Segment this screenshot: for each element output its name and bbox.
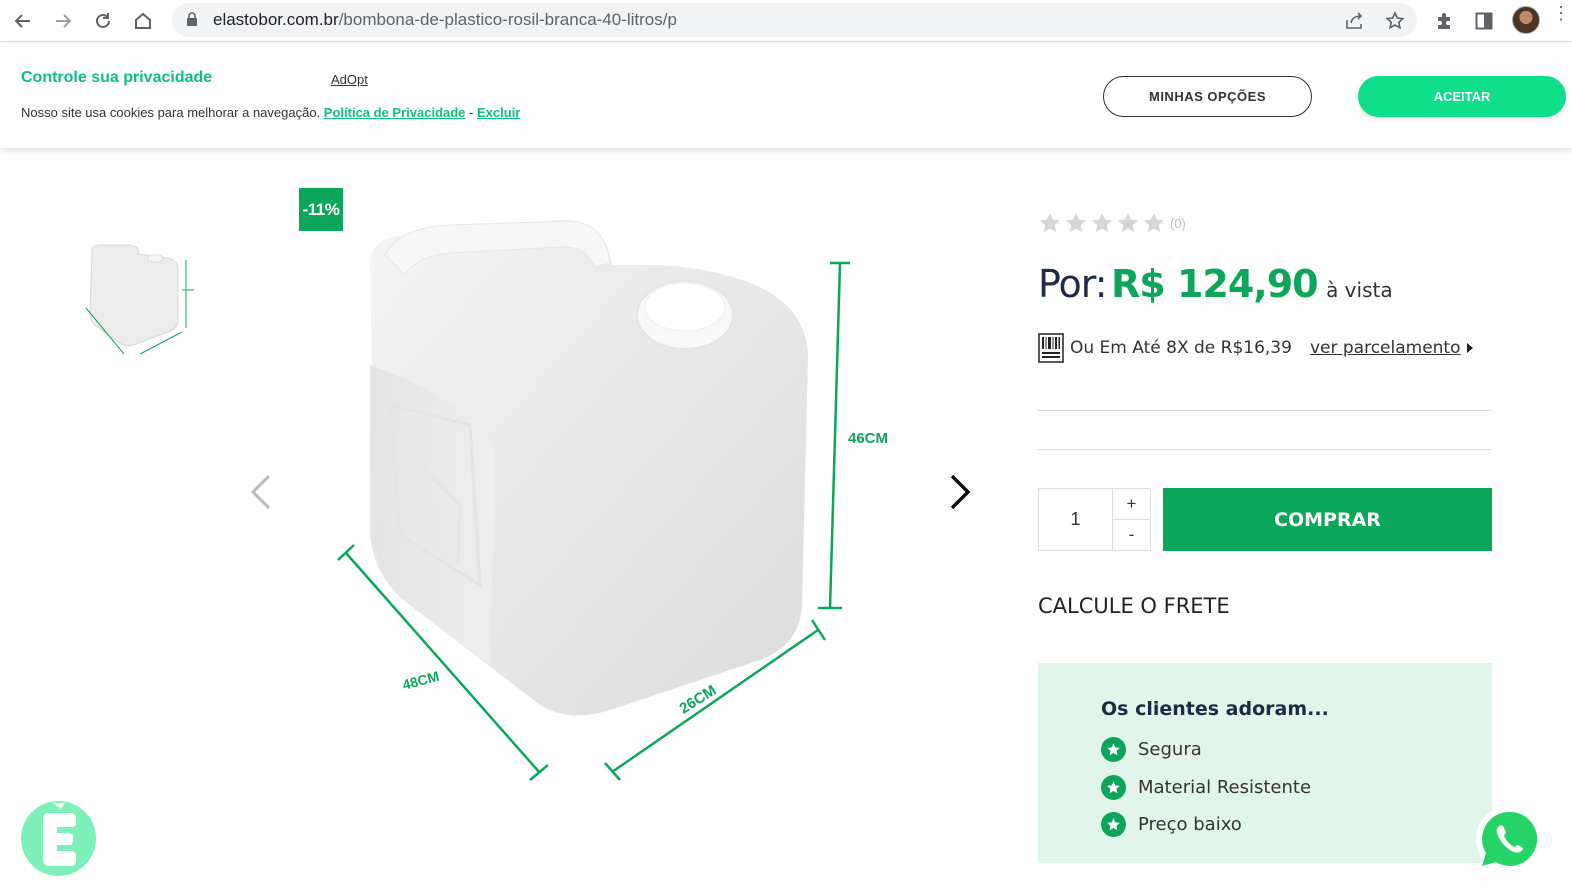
price-value: R$ 124,90 — [1111, 262, 1319, 306]
bookmark-star-icon[interactable] — [1384, 10, 1406, 32]
buy-button[interactable]: COMPRAR — [1163, 488, 1492, 551]
caret-right-icon — [1466, 343, 1473, 353]
privacy-policy-link[interactable]: Política de Privacidade — [324, 105, 466, 120]
list-item: Segura — [1101, 737, 1202, 762]
installments: Ou Em Até 8X de R$16,39 ver parcelamento — [1038, 333, 1473, 363]
quantity-stepper: 1 + - — [1038, 488, 1151, 551]
address-bar[interactable]: elastobor.com.br/bombona-de-plastico-ros… — [172, 3, 1417, 37]
price-suffix: à vista — [1326, 278, 1393, 302]
site-logo-icon[interactable] — [21, 801, 96, 876]
boleto-barcode-icon — [1038, 333, 1064, 363]
extensions-puzzle-icon[interactable] — [1430, 7, 1458, 35]
home-icon[interactable] — [129, 7, 157, 35]
star-icon — [1144, 213, 1164, 233]
star-icon — [1092, 213, 1112, 233]
lock-icon — [186, 12, 198, 32]
height-dimension-label: 46CM — [848, 430, 888, 447]
cookie-banner: Controle sua privacidade AdOpt Nosso sit… — [0, 43, 1572, 148]
accept-button[interactable]: ACEITAR — [1358, 76, 1566, 117]
rating-count: (0) — [1170, 215, 1186, 231]
list-item: Material Resistente — [1101, 775, 1311, 800]
share-icon[interactable] — [1344, 10, 1366, 32]
cookie-title: Controle sua privacidade — [21, 69, 213, 86]
browser-toolbar: elastobor.com.br/bombona-de-plastico-ros… — [0, 0, 1572, 42]
reload-icon[interactable] — [89, 7, 117, 35]
whatsapp-icon[interactable] — [1474, 804, 1544, 874]
next-image-arrow-icon[interactable] — [944, 470, 976, 514]
star-badge-icon — [1101, 737, 1126, 762]
side-panel-icon[interactable] — [1470, 7, 1498, 35]
star-icon — [1066, 213, 1086, 233]
delete-link[interactable]: Excluir — [477, 105, 520, 120]
price-prefix: Por: — [1038, 262, 1108, 306]
list-item-label: Preço baixo — [1138, 814, 1242, 835]
price-line: Por: R$ 124,90 à vista — [1038, 262, 1393, 306]
quantity-increase-button[interactable]: + — [1113, 489, 1150, 520]
quantity-input[interactable]: 1 — [1039, 489, 1113, 550]
product-main-image[interactable]: 46CM 48CM 26CM — [330, 205, 910, 795]
adopt-link[interactable]: AdOpt — [331, 72, 368, 87]
list-item-label: Segura — [1138, 739, 1202, 760]
customers-love-title: Os clientes adoram... — [1101, 698, 1329, 720]
menu-dots-icon[interactable]: ⋮ — [1552, 4, 1570, 22]
profile-avatar[interactable] — [1512, 6, 1540, 34]
rating-stars[interactable]: (0) — [1038, 211, 1186, 235]
cookie-message: Nosso site usa cookies para melhorar a n… — [21, 105, 520, 120]
divider — [1038, 410, 1492, 411]
previous-image-arrow-icon[interactable] — [245, 470, 277, 514]
star-icon — [1040, 213, 1060, 233]
customers-love-box: Os clientes adoram... Segura Material Re… — [1038, 663, 1492, 863]
installments-text: Ou Em Até 8X de R$16,39 — [1070, 338, 1292, 358]
quantity-decrease-button[interactable]: - — [1113, 520, 1150, 550]
link-separator: - — [469, 105, 474, 120]
cookie-message-text: Nosso site usa cookies para melhorar a n… — [21, 105, 321, 120]
back-arrow-icon[interactable] — [9, 7, 37, 35]
star-badge-icon — [1101, 812, 1126, 837]
list-item-label: Material Resistente — [1138, 777, 1312, 798]
url-text: elastobor.com.br/bombona-de-plastico-ros… — [213, 10, 677, 29]
installments-link[interactable]: ver parcelamento — [1310, 338, 1461, 358]
star-icon — [1118, 213, 1138, 233]
product-thumbnail[interactable] — [82, 238, 198, 358]
shipping-calculator-title[interactable]: CALCULE O FRETE — [1038, 594, 1230, 618]
length-dimension-label: 48CM — [401, 668, 441, 693]
my-options-button[interactable]: MINHAS OPÇÕES — [1103, 76, 1312, 117]
list-item: Preço baixo — [1101, 812, 1242, 837]
divider — [1038, 449, 1492, 450]
star-badge-icon — [1101, 775, 1126, 800]
forward-arrow-icon[interactable] — [49, 7, 77, 35]
